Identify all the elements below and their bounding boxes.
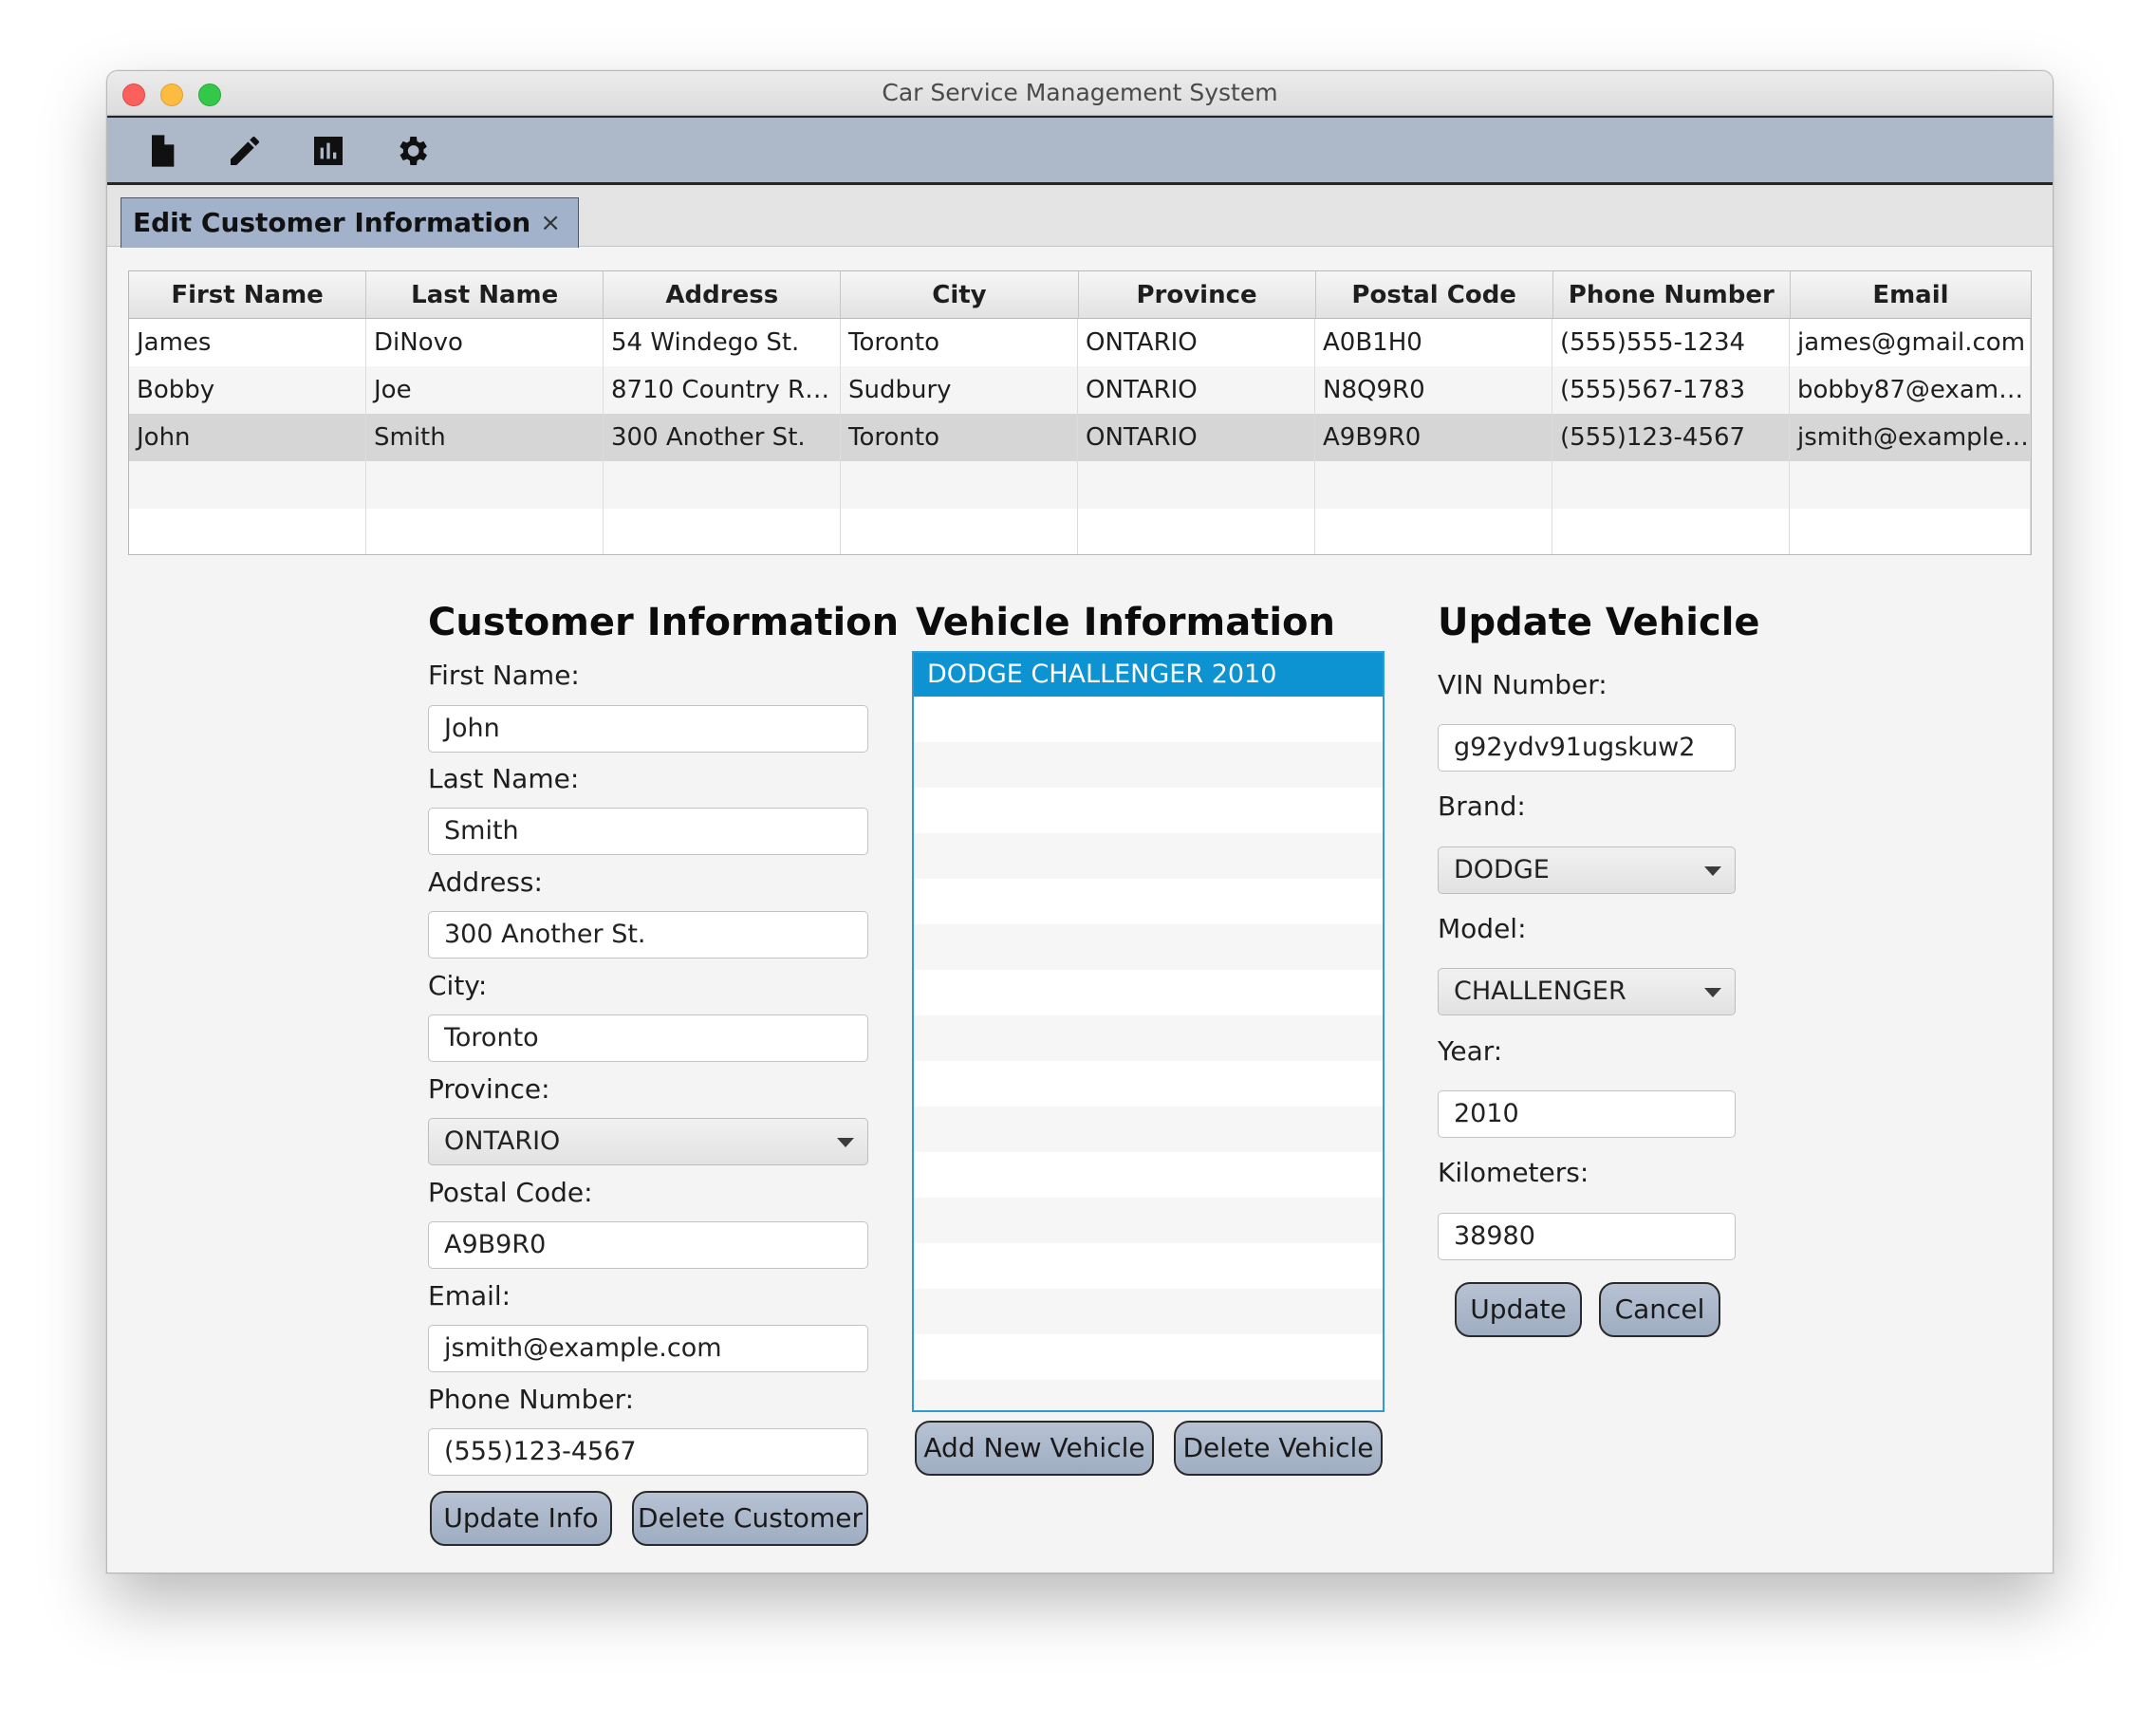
table-cell: Toronto [841, 319, 1078, 366]
customer-table[interactable]: First Name Last Name Address City Provin… [128, 270, 2032, 555]
report-chart-icon[interactable] [307, 129, 350, 173]
tab-label: Edit Customer Information [133, 207, 531, 238]
phone-number-field[interactable]: (555)123-4567 [428, 1428, 868, 1476]
table-row-selected[interactable]: John Smith 300 Another St. Toronto ONTAR… [129, 414, 2031, 461]
update-vehicle-button[interactable]: Update [1455, 1282, 1582, 1337]
column-header-first-name[interactable]: First Name [129, 271, 367, 319]
kilometers-field[interactable]: 38980 [1438, 1213, 1736, 1260]
postal-code-label: Postal Code: [428, 1177, 593, 1208]
email-field[interactable]: jsmith@example.com [428, 1325, 868, 1372]
new-document-icon[interactable] [139, 129, 183, 173]
vehicle-information-heading: Vehicle Information [916, 601, 1335, 644]
table-cell: jsmith@example.... [1790, 414, 2031, 461]
column-header-province[interactable]: Province [1078, 271, 1316, 319]
column-header-postal-code[interactable]: Postal Code [1315, 271, 1553, 319]
add-new-vehicle-button[interactable]: Add New Vehicle [915, 1421, 1154, 1476]
table-cell: (555)123-4567 [1552, 414, 1790, 461]
column-header-address[interactable]: Address [604, 271, 842, 319]
model-value: CHALLENGER [1454, 977, 1626, 1006]
chevron-down-icon [1704, 988, 1721, 997]
province-value: ONTARIO [444, 1126, 561, 1156]
customer-information-heading: Customer Information [428, 601, 900, 644]
chevron-down-icon [837, 1138, 854, 1147]
chevron-down-icon [1704, 866, 1721, 876]
vin-number-field[interactable]: g92ydv91ugskuw2 [1438, 724, 1736, 772]
brand-label: Brand: [1438, 791, 1526, 822]
email-label: Email: [428, 1280, 511, 1312]
minimize-window-button[interactable] [160, 84, 183, 106]
table-cell: Smith [366, 414, 604, 461]
kilometers-label: Kilometers: [1438, 1157, 1589, 1188]
table-row-empty [129, 461, 2031, 509]
tab-edit-customer-information[interactable]: Edit Customer Information × [121, 197, 579, 248]
table-cell: Joe [366, 366, 604, 414]
table-row[interactable]: James DiNovo 54 Windego St. Toronto ONTA… [129, 319, 2031, 366]
column-header-city[interactable]: City [841, 271, 1079, 319]
vin-number-label: VIN Number: [1438, 669, 1608, 700]
table-cell: A9B9R0 [1315, 414, 1552, 461]
window-title: Car Service Management System [882, 79, 1278, 106]
column-header-email[interactable]: Email [1790, 271, 2031, 319]
table-cell: John [129, 414, 366, 461]
province-label: Province: [428, 1073, 550, 1105]
settings-gear-icon[interactable] [390, 129, 434, 173]
first-name-field[interactable]: John [428, 705, 868, 753]
table-cell: James [129, 319, 366, 366]
table-cell: Toronto [841, 414, 1078, 461]
delete-customer-button[interactable]: Delete Customer [632, 1491, 868, 1546]
brand-value: DODGE [1454, 855, 1550, 884]
table-cell: ONTARIO [1078, 414, 1315, 461]
table-row-empty [129, 509, 2031, 554]
postal-code-field[interactable]: A9B9R0 [428, 1221, 868, 1269]
table-cell: N8Q9R0 [1315, 366, 1552, 414]
table-cell: 8710 Country Rd 10 [604, 366, 841, 414]
table-cell: Bobby [129, 366, 366, 414]
table-cell: 300 Another St. [604, 414, 841, 461]
address-field[interactable]: 300 Another St. [428, 911, 868, 958]
table-cell: 54 Windego St. [604, 319, 841, 366]
year-field[interactable]: 2010 [1438, 1090, 1736, 1138]
model-dropdown[interactable]: CHALLENGER [1438, 968, 1736, 1015]
update-info-button[interactable]: Update Info [430, 1491, 612, 1546]
table-header-row: First Name Last Name Address City Provin… [129, 271, 2031, 319]
table-cell: ONTARIO [1078, 319, 1315, 366]
table-cell: bobby87@exampl... [1790, 366, 2031, 414]
brand-dropdown[interactable]: DODGE [1438, 847, 1736, 894]
app-window: Car Service Management System Edit Custo… [106, 70, 2054, 1573]
year-label: Year: [1438, 1035, 1503, 1067]
delete-vehicle-button[interactable]: Delete Vehicle [1174, 1421, 1383, 1476]
table-cell: (555)555-1234 [1552, 319, 1790, 366]
update-vehicle-heading: Update Vehicle [1438, 601, 1760, 644]
tab-close-icon[interactable]: × [540, 198, 561, 248]
phone-number-label: Phone Number: [428, 1384, 635, 1415]
last-name-label: Last Name: [428, 763, 580, 794]
province-dropdown[interactable]: ONTARIO [428, 1118, 868, 1165]
vehicle-list-item[interactable]: DODGE CHALLENGER 2010 [914, 653, 1383, 697]
tab-strip: Edit Customer Information × [107, 185, 2053, 248]
maximize-window-button[interactable] [198, 84, 221, 106]
city-label: City: [428, 970, 488, 1001]
cancel-button[interactable]: Cancel [1599, 1282, 1720, 1337]
model-label: Model: [1438, 913, 1527, 944]
column-header-phone-number[interactable]: Phone Number [1552, 271, 1791, 319]
title-bar: Car Service Management System [107, 71, 2053, 116]
table-cell: (555)567-1783 [1552, 366, 1790, 414]
close-window-button[interactable] [122, 84, 145, 106]
last-name-field[interactable]: Smith [428, 808, 868, 855]
first-name-label: First Name: [428, 660, 580, 691]
table-row[interactable]: Bobby Joe 8710 Country Rd 10 Sudbury ONT… [129, 366, 2031, 414]
toolbar [107, 116, 2053, 185]
vehicle-list[interactable]: DODGE CHALLENGER 2010 [912, 651, 1385, 1412]
column-header-last-name[interactable]: Last Name [366, 271, 604, 319]
address-label: Address: [428, 866, 543, 898]
table-cell: DiNovo [366, 319, 604, 366]
table-cell: A0B1H0 [1315, 319, 1552, 366]
edit-pencil-icon[interactable] [223, 129, 267, 173]
city-field[interactable]: Toronto [428, 1014, 868, 1062]
table-cell: james@gmail.com [1790, 319, 2031, 366]
table-cell: Sudbury [841, 366, 1078, 414]
table-cell: ONTARIO [1078, 366, 1315, 414]
